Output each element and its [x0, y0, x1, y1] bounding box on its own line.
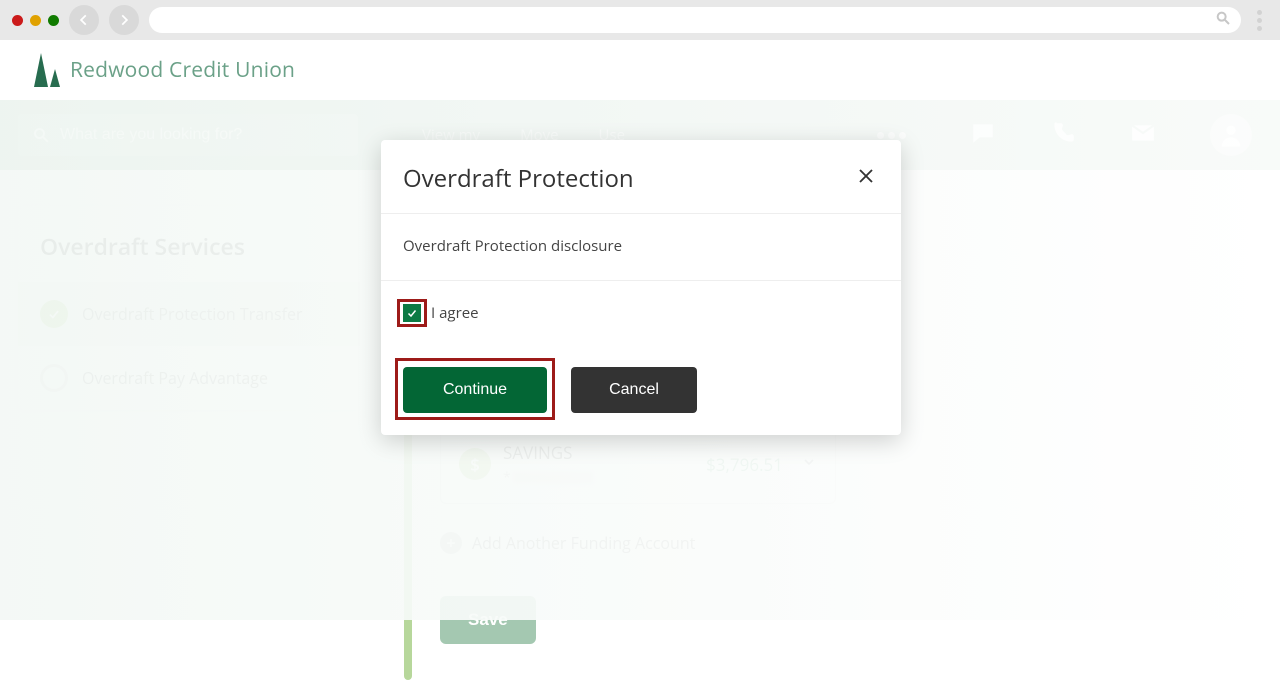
plus-circle-icon: + — [440, 532, 462, 554]
dollar-icon: $ — [459, 448, 491, 480]
add-another-funding-account[interactable]: + Add Another Funding Account — [440, 532, 836, 554]
chat-icon[interactable] — [970, 120, 996, 151]
circle-icon — [40, 364, 68, 392]
mail-icon[interactable] — [1130, 120, 1156, 151]
browser-chrome — [0, 0, 1280, 40]
site-search[interactable] — [18, 114, 358, 156]
browser-forward-button[interactable] — [109, 5, 139, 35]
brand-mark-icon — [34, 53, 60, 87]
sidebar-item-pay-advantage[interactable]: Overdraft Pay Advantage — [18, 346, 360, 410]
browser-menu-button[interactable] — [1251, 10, 1268, 31]
browser-back-button[interactable] — [69, 5, 99, 35]
profile-avatar[interactable] — [1210, 114, 1252, 156]
agree-checkbox[interactable] — [403, 304, 421, 322]
nav-more-icon[interactable] — [877, 132, 906, 139]
overdraft-protection-modal: Overdraft Protection Overdraft Protectio… — [381, 140, 901, 435]
window-zoom-dot[interactable] — [48, 15, 59, 26]
cancel-button[interactable]: Cancel — [571, 367, 697, 413]
search-icon — [1215, 9, 1231, 31]
search-icon — [32, 126, 50, 144]
url-bar[interactable] — [149, 7, 1241, 33]
phone-icon[interactable] — [1050, 120, 1076, 151]
brand-name: Redwood Credit Union — [70, 56, 295, 84]
check-circle-icon — [40, 300, 68, 328]
funding-account-card[interactable]: $ SAVINGS * $3,796.51 — [440, 424, 836, 504]
account-name: SAVINGS — [503, 441, 706, 464]
save-button[interactable]: Save — [440, 596, 536, 644]
sidebar-item-protection-transfer[interactable]: Overdraft Protection Transfer — [18, 282, 360, 346]
overdraft-services-card: Overdraft Services Overdraft Protection … — [18, 206, 360, 410]
logo-row: Redwood Credit Union — [0, 40, 1280, 100]
account-mask: * — [503, 468, 706, 487]
add-another-label: Add Another Funding Account — [472, 532, 695, 554]
window-close-dot[interactable] — [12, 15, 23, 26]
sidebar-item-label: Overdraft Protection Transfer — [82, 303, 302, 325]
account-balance: $3,796.51 — [706, 453, 783, 476]
modal-subtitle: Overdraft Protection disclosure — [381, 214, 901, 281]
agree-label: I agree — [431, 303, 479, 323]
chevron-down-icon[interactable] — [801, 453, 817, 475]
overdraft-services-title: Overdraft Services — [18, 206, 360, 282]
agree-row: I agree — [403, 303, 879, 323]
traffic-lights — [12, 15, 59, 26]
window-minimize-dot[interactable] — [30, 15, 41, 26]
continue-button[interactable]: Continue — [403, 367, 547, 413]
sidebar-item-label: Overdraft Pay Advantage — [82, 367, 268, 389]
modal-close-button[interactable] — [857, 167, 875, 190]
modal-title: Overdraft Protection — [403, 162, 634, 195]
brand-logo[interactable]: Redwood Credit Union — [34, 53, 295, 87]
site-search-input[interactable] — [60, 126, 344, 144]
